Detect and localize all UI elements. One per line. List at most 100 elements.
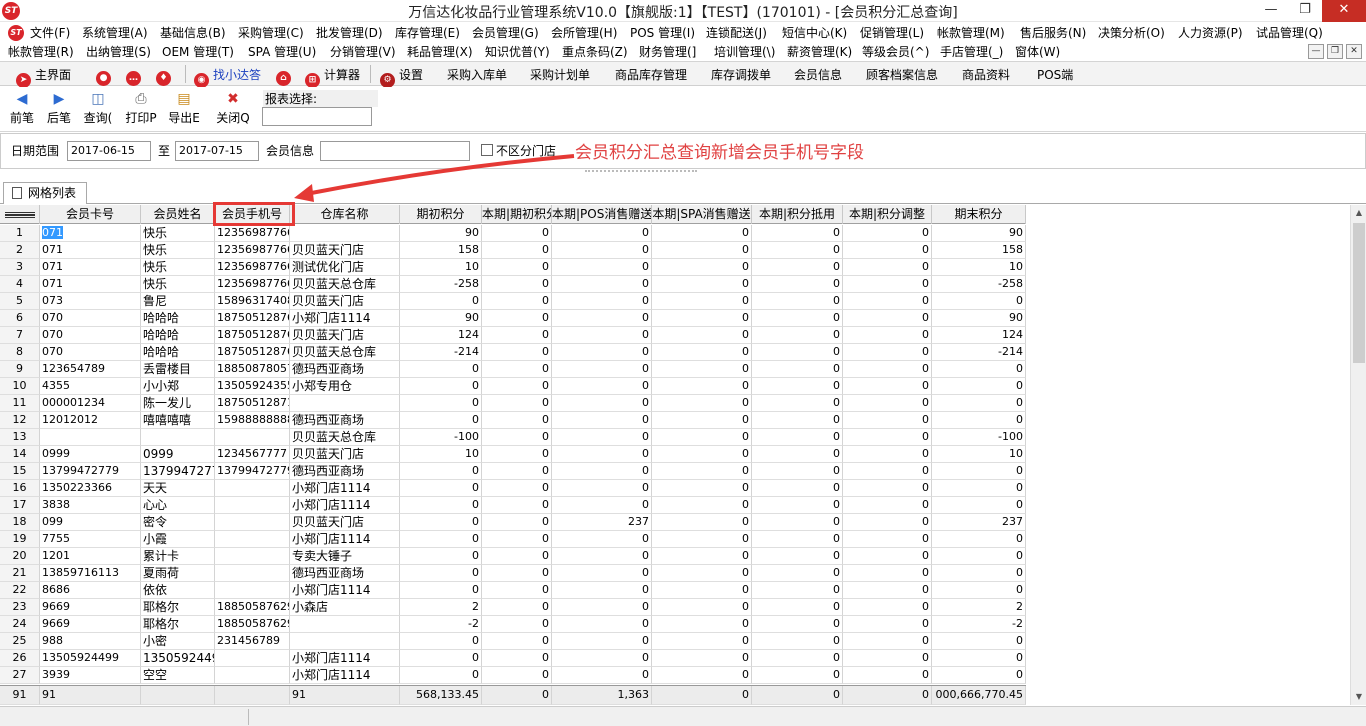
table-cell[interactable]: 0: [752, 667, 843, 684]
table-cell[interactable]: 0: [652, 327, 752, 344]
table-cell[interactable]: 9669: [40, 616, 141, 633]
table-cell[interactable]: 0: [932, 412, 1026, 429]
table-cell[interactable]: 贝贝蓝天门店: [290, 514, 400, 531]
table-cell[interactable]: 0: [843, 361, 932, 378]
quick-link[interactable]: POS端: [1037, 66, 1073, 83]
table-cell[interactable]: 90: [932, 225, 1026, 242]
table-cell[interactable]: 0: [752, 650, 843, 667]
table-cell[interactable]: 071: [40, 276, 141, 293]
table-cell[interactable]: 0: [752, 310, 843, 327]
table-cell[interactable]: 夏雨荷: [141, 565, 215, 582]
table-cell[interactable]: 0: [932, 531, 1026, 548]
table-cell[interactable]: 0: [652, 259, 752, 276]
table-row[interactable]: 15137994727791379947277913799472779德玛西亚商…: [0, 463, 1026, 480]
menu-item[interactable]: 连锁配送(J): [706, 24, 767, 41]
table-row[interactable]: 3 071 快乐 12356987766 测试优化门店 10 0 0 0 0 0 10: [0, 259, 1026, 276]
home-button[interactable]: ➤ 主界面: [16, 66, 71, 88]
table-cell[interactable]: -100: [400, 429, 482, 446]
table-cell[interactable]: 0: [843, 565, 932, 582]
settings-button[interactable]: ⚙ 设置: [380, 66, 423, 88]
table-cell[interactable]: 0: [752, 327, 843, 344]
table-cell[interactable]: 3939: [40, 667, 141, 684]
table-row[interactable]: 16 1350223366 天天 小郑门店1114 0 0 0 0 0 0 0: [0, 480, 1026, 497]
table-cell[interactable]: 12356987766: [215, 259, 290, 276]
table-cell[interactable]: 0: [652, 463, 752, 480]
mdi-minimize-icon[interactable]: —: [1308, 44, 1324, 59]
table-cell[interactable]: 0: [752, 276, 843, 293]
table-row[interactable]: 23 9669 耶格尔 18850587629 小森店 2 0 0 0 0 0 2: [0, 599, 1026, 616]
table-cell[interactable]: 4355: [40, 378, 141, 395]
menu-item[interactable]: 决策分析(O): [1098, 24, 1165, 41]
table-cell[interactable]: 0: [552, 310, 652, 327]
table-cell[interactable]: 18850587629: [215, 616, 290, 633]
table-cell[interactable]: 0: [843, 463, 932, 480]
table-cell[interactable]: 0: [843, 395, 932, 412]
table-cell[interactable]: 0: [752, 293, 843, 310]
house-button[interactable]: ⌂: [276, 66, 295, 86]
table-cell[interactable]: [215, 667, 290, 684]
table-cell[interactable]: 0: [652, 667, 752, 684]
table-cell[interactable]: 13799472779: [40, 463, 141, 480]
table-cell[interactable]: 0: [843, 514, 932, 531]
table-cell[interactable]: 0: [932, 633, 1026, 650]
table-cell[interactable]: 124: [400, 327, 482, 344]
table-cell[interactable]: 德玛西亚商场: [290, 412, 400, 429]
table-cell[interactable]: 0: [652, 599, 752, 616]
table-cell[interactable]: 0: [552, 276, 652, 293]
table-cell[interactable]: 18750512876: [215, 327, 290, 344]
table-cell[interactable]: 0: [482, 582, 552, 599]
table-cell[interactable]: 0: [843, 242, 932, 259]
table-cell[interactable]: 贝贝蓝天门店: [290, 446, 400, 463]
table-cell[interactable]: 耶格尔: [141, 616, 215, 633]
table-cell[interactable]: 小郑门店1114: [290, 667, 400, 684]
menu-item[interactable]: 库存管理(E): [395, 24, 460, 41]
table-cell[interactable]: 0: [482, 361, 552, 378]
menu-item[interactable]: 售后服务(N): [1020, 24, 1086, 41]
table-cell[interactable]: 0: [752, 480, 843, 497]
table-cell[interactable]: 0: [552, 259, 652, 276]
table-row[interactable]: 14 0999 0999 1234567777 贝贝蓝天门店 10 0 0 0 0 0 10: [0, 446, 1026, 463]
table-cell[interactable]: 0: [843, 548, 932, 565]
table-cell[interactable]: 0: [552, 463, 652, 480]
date-from-input[interactable]: 2017-06-15: [67, 141, 151, 161]
table-cell[interactable]: 0: [482, 667, 552, 684]
column-header[interactable]: 本期|积分抵用: [752, 205, 843, 224]
table-cell[interactable]: 0: [752, 582, 843, 599]
message-button[interactable]: …: [126, 66, 145, 86]
table-cell[interactable]: 小霞: [141, 531, 215, 548]
menu-item[interactable]: 会所管理(H): [551, 24, 617, 41]
table-cell[interactable]: 0: [652, 293, 752, 310]
table-cell[interactable]: -258: [932, 276, 1026, 293]
table-cell[interactable]: 0: [843, 276, 932, 293]
table-cell[interactable]: 0: [400, 667, 482, 684]
table-cell[interactable]: 哈哈哈: [141, 344, 215, 361]
table-cell[interactable]: 0: [752, 565, 843, 582]
table-cell[interactable]: 0: [843, 344, 932, 361]
table-cell[interactable]: 0: [843, 616, 932, 633]
table-cell[interactable]: 0: [482, 395, 552, 412]
table-cell[interactable]: 0: [400, 565, 482, 582]
restore-icon[interactable]: ❐: [1288, 0, 1322, 22]
table-cell[interactable]: 0: [552, 344, 652, 361]
table-cell[interactable]: 0: [400, 531, 482, 548]
prev-button[interactable]: ◀ 前笔: [4, 91, 40, 126]
table-cell[interactable]: 0: [752, 548, 843, 565]
menu-item[interactable]: 人力资源(P): [1178, 24, 1243, 41]
table-cell[interactable]: 2: [932, 599, 1026, 616]
menu-item[interactable]: 窗体(W): [1015, 43, 1060, 60]
table-cell[interactable]: 0: [752, 378, 843, 395]
table-cell[interactable]: 0: [552, 599, 652, 616]
table-cell[interactable]: 000001234: [40, 395, 141, 412]
table-cell[interactable]: 密令: [141, 514, 215, 531]
table-cell[interactable]: 0: [482, 276, 552, 293]
table-cell[interactable]: 贝贝蓝天总仓库: [290, 344, 400, 361]
table-cell[interactable]: 嘻嘻嘻嘻: [141, 412, 215, 429]
table-cell[interactable]: 0: [552, 650, 652, 667]
table-cell[interactable]: 10: [400, 259, 482, 276]
table-row[interactable]: 1 071 快乐 12356987766 90 0 0 0 0 0 90: [0, 225, 1026, 242]
table-cell[interactable]: 0: [652, 429, 752, 446]
table-cell[interactable]: 13505924499: [40, 650, 141, 667]
table-cell[interactable]: 0: [482, 463, 552, 480]
table-cell[interactable]: 0: [843, 429, 932, 446]
table-cell[interactable]: 0: [482, 480, 552, 497]
